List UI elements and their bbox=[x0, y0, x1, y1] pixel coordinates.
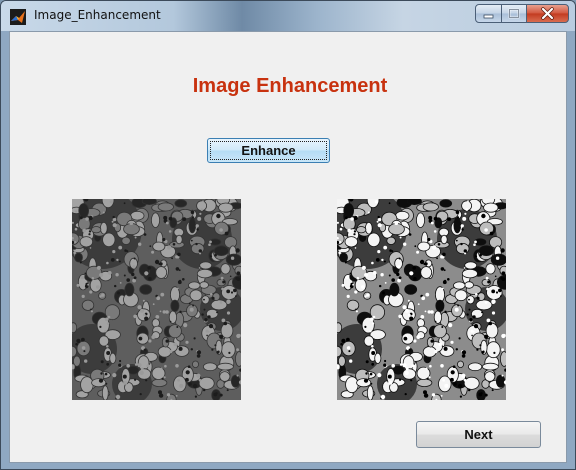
window-title: Image_Enhancement bbox=[34, 8, 161, 22]
title-bar[interactable]: Image_Enhancement bbox=[1, 1, 575, 31]
enhanced-image bbox=[337, 199, 506, 400]
enhance-button[interactable]: Enhance bbox=[207, 138, 330, 163]
maximize-icon bbox=[508, 8, 520, 19]
minimize-icon bbox=[483, 14, 494, 19]
app-window: Image_Enhancement Image Enhancement Enha… bbox=[0, 0, 576, 470]
matlab-icon bbox=[10, 9, 26, 25]
figure-client-area: Image Enhancement Enhance Next bbox=[9, 31, 567, 463]
close-icon bbox=[541, 7, 554, 20]
close-button[interactable] bbox=[526, 4, 569, 23]
next-button[interactable]: Next bbox=[416, 421, 541, 448]
minimize-button[interactable] bbox=[475, 4, 502, 23]
original-image bbox=[72, 199, 241, 400]
page-title-text: Image Enhancement bbox=[192, 75, 388, 97]
maximize-button[interactable] bbox=[501, 4, 527, 23]
page-title: Image Enhancement bbox=[10, 75, 568, 98]
